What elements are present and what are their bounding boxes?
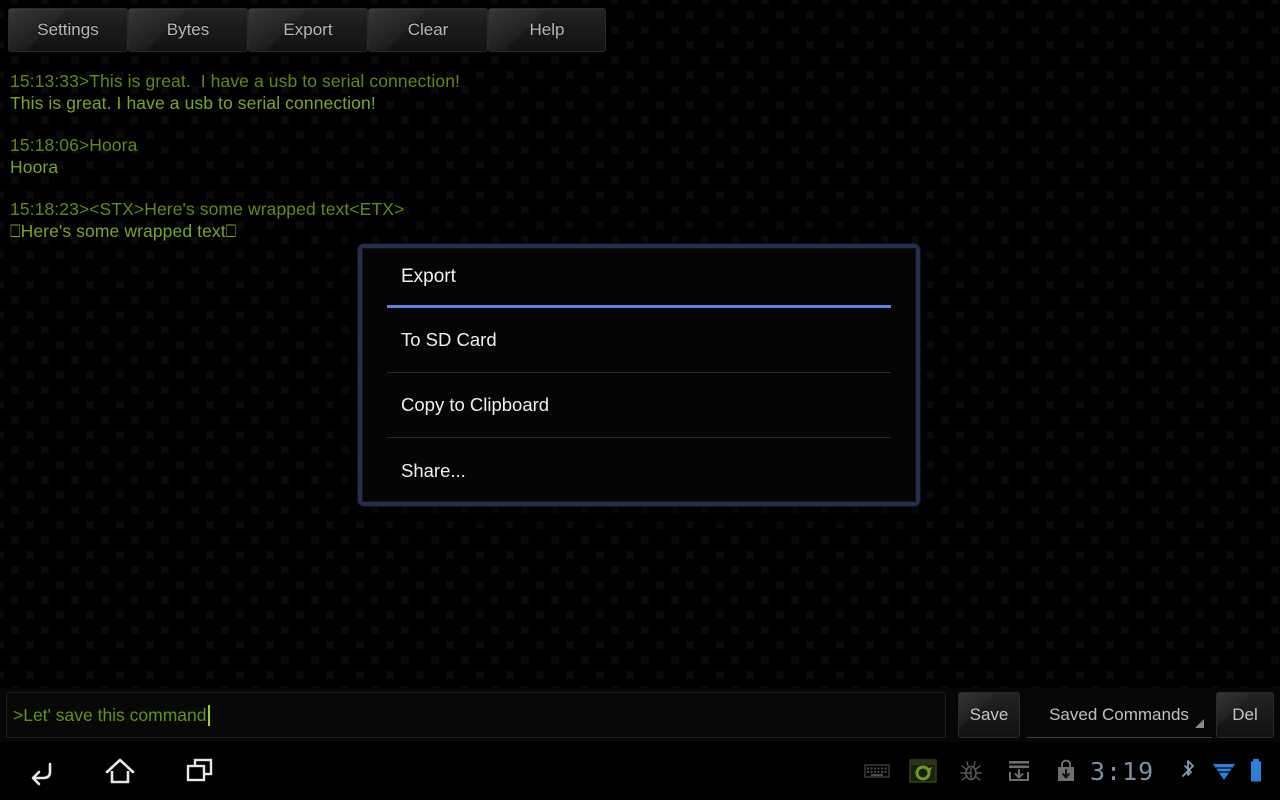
wifi-signal-icon bbox=[1208, 742, 1240, 800]
dialog-item-copy-to-clipboard[interactable]: Copy to Clipboard bbox=[387, 373, 891, 438]
back-arrow-icon[interactable] bbox=[2, 742, 82, 800]
dialog-title: Export bbox=[401, 266, 456, 287]
export-dialog-inner: Export To SD Card Copy to Clipboard Share.… bbox=[362, 248, 916, 502]
home-icon[interactable] bbox=[80, 742, 160, 800]
app-install-icon[interactable] bbox=[1050, 742, 1082, 800]
dialog-item-share[interactable]: Share... bbox=[387, 438, 891, 503]
system-navigation-bar: 3:19 bbox=[0, 742, 1280, 800]
bluetooth-icon bbox=[1175, 742, 1201, 800]
download-tray-icon[interactable] bbox=[1002, 742, 1036, 800]
screenshot-icon[interactable] bbox=[906, 742, 940, 800]
usb-debug-icon[interactable] bbox=[955, 742, 987, 800]
export-dialog: Export To SD Card Copy to Clipboard Share.… bbox=[358, 244, 920, 506]
dialog-item-list: To SD Card Copy to Clipboard Share... bbox=[387, 308, 891, 503]
dialog-item-to-sd-card[interactable]: To SD Card bbox=[387, 308, 891, 373]
status-clock: 3:19 bbox=[1090, 756, 1155, 786]
recent-apps-icon[interactable] bbox=[160, 742, 240, 800]
keyboard-icon[interactable] bbox=[860, 742, 894, 800]
battery-icon bbox=[1243, 742, 1269, 800]
app-root: 15:13:33>This is great. I have a usb to … bbox=[0, 0, 1280, 800]
